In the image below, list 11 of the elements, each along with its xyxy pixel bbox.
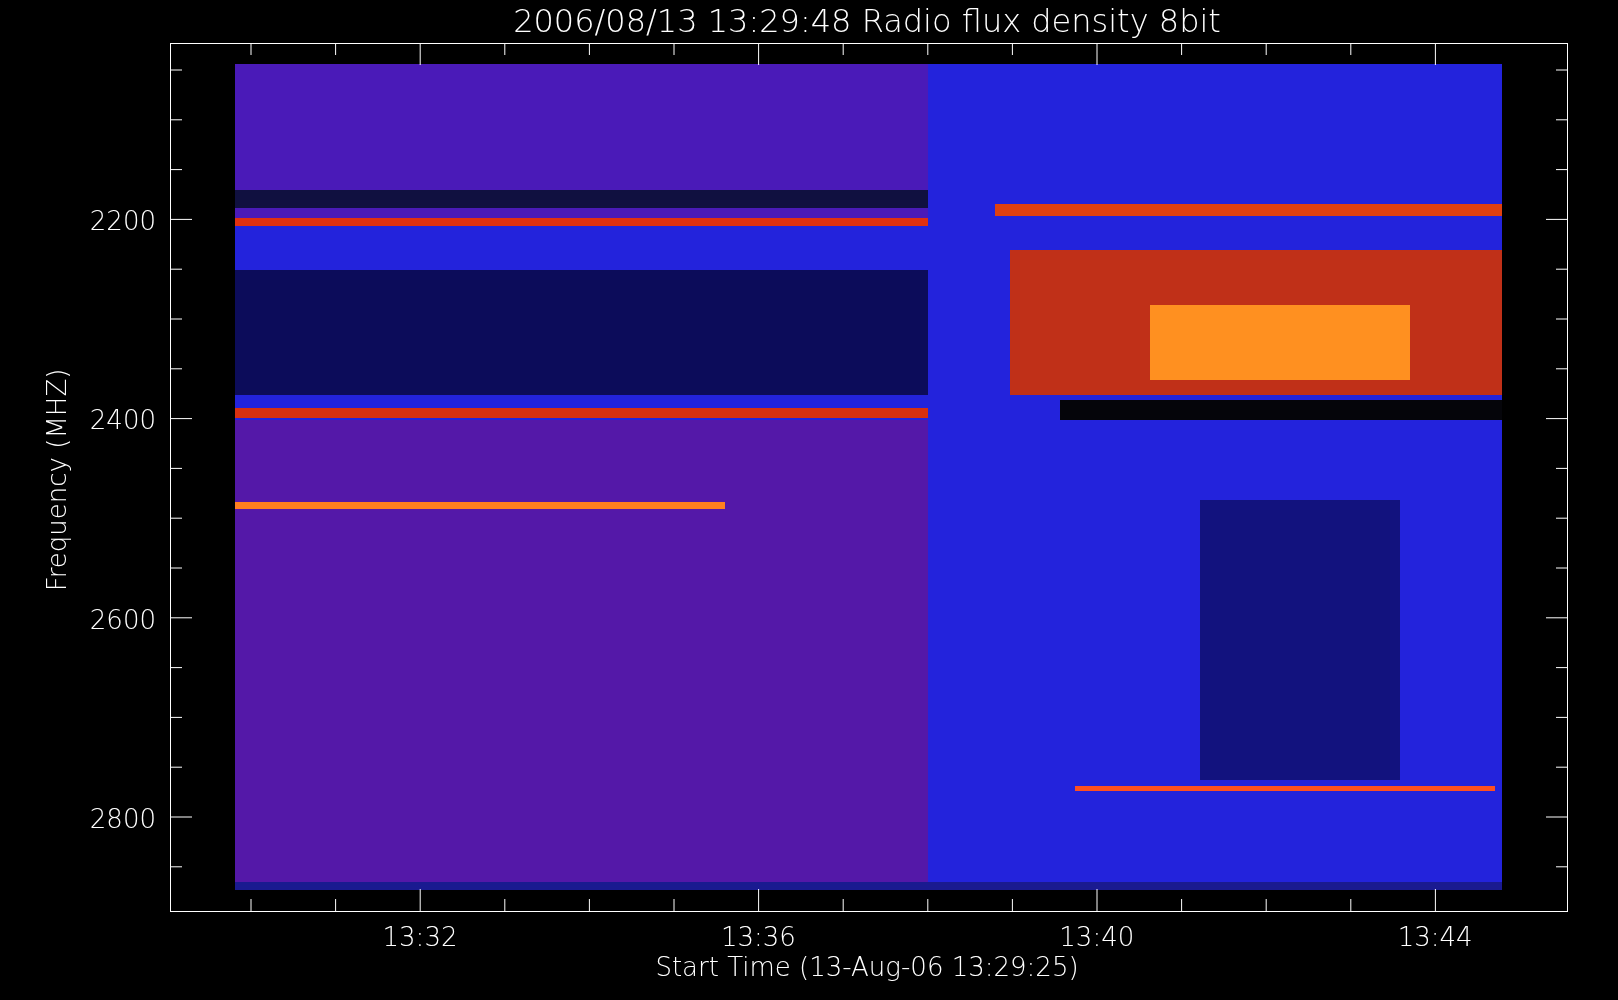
x-tick-label: 13:36 xyxy=(720,922,796,952)
y-tick-label: 2400 xyxy=(89,405,156,436)
x-axis-title: Start Time (13-Aug-06 13:29:25) xyxy=(655,952,1079,982)
x-tick-label: 13:32 xyxy=(382,922,458,952)
y-axis-title: Frequency (MHZ) xyxy=(42,368,72,592)
x-tick-label: 13:40 xyxy=(1059,922,1135,952)
x-tick-label: 13:44 xyxy=(1397,922,1473,952)
y-tick-label: 2200 xyxy=(89,206,156,236)
y-tick-label: 2800 xyxy=(89,803,156,834)
y-tick-label: 2600 xyxy=(89,604,156,635)
chart-title: 2006/08/13 13:29:48 Radio flux density 8bit xyxy=(513,2,1221,40)
